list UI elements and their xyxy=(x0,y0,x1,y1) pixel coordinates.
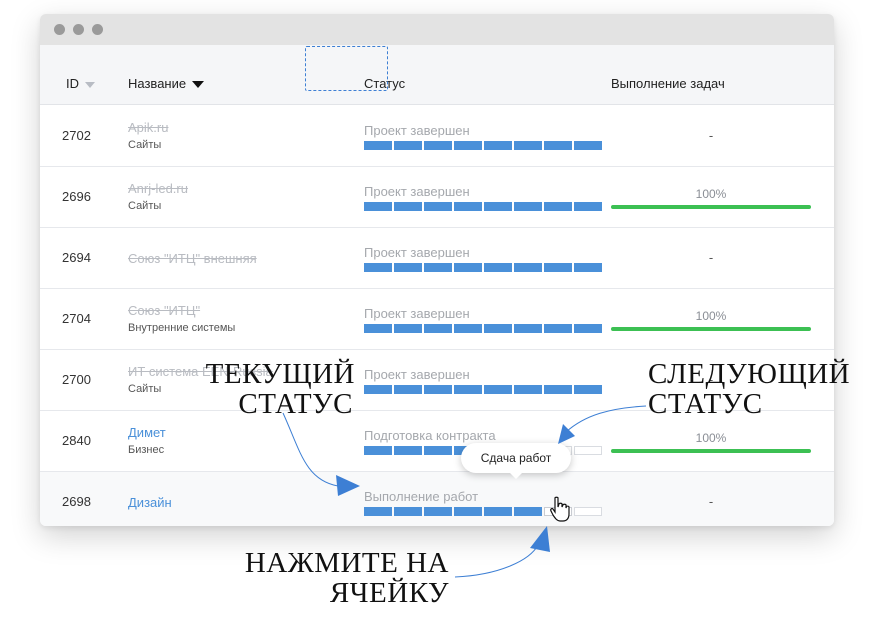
annotation-arrows xyxy=(282,405,647,578)
current-status-arrow xyxy=(282,412,339,487)
hand-pointer-icon xyxy=(550,496,570,522)
current-status-arrowhead-icon xyxy=(336,475,360,496)
next-status-arrow xyxy=(565,405,647,433)
click-cell-arrowhead-icon xyxy=(530,526,550,552)
click-cell-arrow xyxy=(454,544,539,578)
